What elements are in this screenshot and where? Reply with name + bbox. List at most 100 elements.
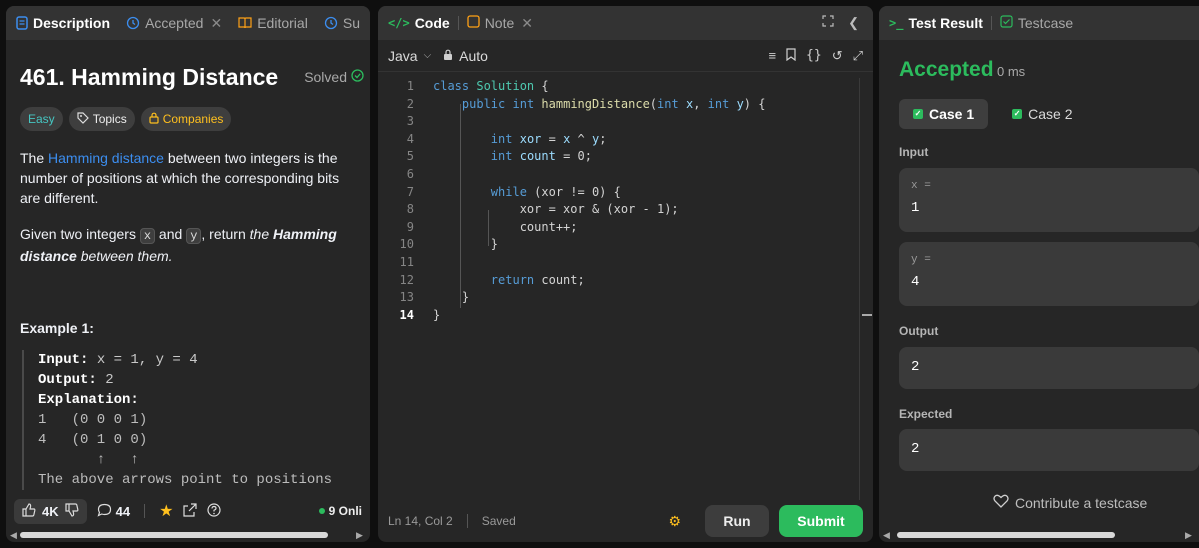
editor-statusbar: Ln 14, Col 2 Saved ⚙ Run Submit [378, 500, 873, 542]
tab-code[interactable]: </> Code [384, 6, 454, 40]
tab-editorial[interactable]: Editorial [234, 6, 312, 40]
output-label: Output: [38, 372, 97, 388]
code-line: 12 return count; [378, 272, 859, 290]
online-dot [318, 508, 325, 514]
tab-divider [457, 16, 459, 30]
star-icon[interactable]: ★ [159, 501, 173, 521]
lock-icon [149, 112, 159, 127]
explanation-line: 4 (0 1 0 0) [38, 432, 148, 448]
code-line: 13 } [378, 289, 859, 307]
line-number: 12 [399, 272, 414, 287]
document-icon [16, 16, 28, 30]
thumbs-down-icon[interactable] [65, 502, 79, 520]
topics-chip[interactable]: Topics [68, 107, 135, 131]
case-label: Case 2 [1028, 106, 1073, 122]
comment-icon[interactable] [97, 503, 112, 520]
chevron-down-icon: ⌵ [423, 50, 432, 61]
expand-icon[interactable]: ⤢ [853, 48, 863, 64]
chevron-left-icon[interactable]: ❮ [848, 15, 859, 31]
tab-testcase[interactable]: Testcase [996, 6, 1077, 40]
contribute-testcase-link[interactable]: Contribute a testcase [993, 494, 1147, 511]
code-line: 10 } [378, 236, 859, 254]
tab-description[interactable]: Description [12, 6, 114, 40]
input-x-value: 1 [911, 200, 920, 216]
tab-submissions[interactable]: Su [320, 6, 364, 40]
mode-select[interactable]: Auto [443, 48, 488, 64]
cursor-position: Ln 14, Col 2 [388, 514, 453, 528]
tab-submissions-label: Su [342, 15, 360, 31]
tab-accepted[interactable]: Accepted ✕ [122, 6, 226, 40]
description-paragraph: The Hamming distance between two integer… [20, 148, 360, 208]
reset-icon[interactable]: ↺ [832, 48, 843, 64]
format-icon[interactable]: ≡ [768, 48, 776, 64]
line-number: 9 [406, 219, 414, 234]
debug-icon[interactable]: ⚙ [668, 513, 681, 530]
tag-chips: Easy Topics Companies [20, 107, 232, 131]
run-button[interactable]: Run [705, 505, 769, 537]
scrollbar-thumb[interactable] [20, 532, 328, 538]
divider [144, 504, 146, 518]
code-line: 2 public int hammingDistance(int x, int … [378, 96, 859, 114]
line-number: 5 [406, 149, 414, 164]
code-editor[interactable]: 1 class Solution { 2 public int hammingDi… [378, 78, 859, 500]
code-tabbar: </> Code Note ✕ ❮ [378, 6, 873, 40]
tab-test-result[interactable]: >_ Test Result [885, 6, 987, 40]
case-tab-2[interactable]: ✓ Case 2 [1012, 99, 1073, 129]
code-text: } [433, 237, 499, 252]
test-result-panel: >_ Test Result Testcase Accepted 0 ms ✓ … [879, 6, 1199, 542]
result-status: Accepted [899, 58, 994, 81]
solved-label: Solved [304, 69, 347, 85]
share-icon[interactable] [183, 502, 198, 520]
close-icon[interactable]: ✕ [210, 15, 222, 32]
code-text: while (xor != 0) { [490, 184, 621, 199]
hamming-distance-link[interactable]: Hamming distance [48, 150, 164, 166]
line-number: 7 [406, 184, 414, 199]
scrollbar-thumb[interactable] [897, 532, 1115, 538]
line-number: 13 [399, 290, 414, 305]
fullscreen-icon[interactable] [822, 15, 834, 31]
code-text: return count; [490, 272, 585, 287]
expected-label: Expected [899, 407, 953, 421]
bookmark-icon[interactable] [786, 47, 796, 64]
scroll-right-arrow-icon[interactable]: ▶ [356, 530, 366, 541]
output-value: 2 [911, 359, 920, 375]
help-icon[interactable] [207, 502, 222, 520]
code-line: 14} [378, 307, 859, 325]
line-number: 4 [406, 131, 414, 146]
expected-box: 2 [899, 429, 1199, 471]
editor-scrollbar[interactable] [859, 78, 873, 500]
companies-chip[interactable]: Companies [140, 107, 232, 131]
difficulty-badge: Easy [20, 107, 63, 131]
language-select[interactable]: Java ⌵ [388, 48, 431, 64]
tab-code-label: Code [414, 15, 450, 31]
checkbox-icon [1000, 15, 1013, 31]
tab-note[interactable]: Note ✕ [463, 6, 537, 40]
submit-button[interactable]: Submit [779, 505, 863, 537]
scroll-left-arrow-icon[interactable]: ◀ [883, 530, 893, 541]
horizontal-scrollbar[interactable]: ◀ ▶ [10, 530, 366, 540]
online-users: 9 Onli [318, 504, 362, 518]
check-circle-icon [351, 69, 364, 85]
text: between them. [76, 248, 173, 264]
description-paragraph: Given two integers x and y, return the H… [20, 224, 360, 266]
scroll-left-arrow-icon[interactable]: ◀ [10, 530, 20, 541]
explanation-line: 1 (0 0 0 1) [38, 412, 148, 428]
scroll-right-arrow-icon[interactable]: ▶ [1185, 530, 1195, 541]
horizontal-scrollbar[interactable]: ◀ ▶ [883, 530, 1195, 540]
line-number: 14 [399, 307, 414, 322]
close-icon[interactable]: ✕ [521, 15, 533, 32]
case-tab-1[interactable]: ✓ Case 1 [899, 99, 989, 129]
editor-tools: ≡ {} ↺ ⤢ [768, 48, 863, 64]
braces-icon[interactable]: {} [806, 48, 822, 64]
description-footer: 4K 44 ★ 9 Onli [6, 494, 370, 528]
line-number: 2 [406, 96, 414, 111]
code-line: 5 int count = 0; [378, 148, 859, 166]
text: , return [201, 226, 250, 242]
divider [466, 514, 468, 528]
input-y-value: 4 [911, 274, 920, 290]
input-y-box: y = 4 [899, 242, 1199, 306]
thumbs-up-icon[interactable] [22, 502, 36, 520]
code-line: 4 int xor = x ^ y; [378, 131, 859, 149]
